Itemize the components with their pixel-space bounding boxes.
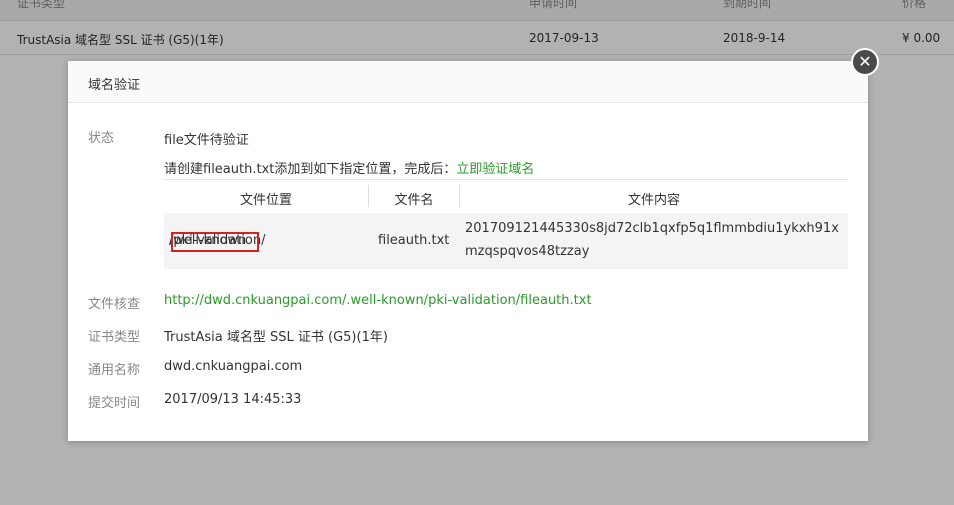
submit-time-value: 2017/09/13 14:45:33: [164, 392, 302, 407]
file-check-label: 文件核查: [88, 297, 141, 312]
modal-title: 域名验证: [88, 78, 141, 93]
modal-header: 域名验证: [68, 61, 868, 103]
domain-verification-modal: 域名验证 状态 file文件待验证 请创建fileauth.txt添加到如下指定…: [68, 61, 868, 441]
file-content-line1: 201709121445330s8jd72clb1qxfp5q1flmmbdiu…: [465, 221, 839, 236]
instruction-text: 请创建fileauth.txt添加到如下指定位置，完成后：立即验证域名: [164, 158, 534, 177]
file-check-link[interactable]: http://dwd.cnkuangpai.com/.well-known/pk…: [164, 293, 592, 308]
cert-type-label: 证书类型: [88, 330, 141, 345]
red-highlight-box: [171, 232, 259, 252]
status-value: file文件待验证: [164, 133, 249, 148]
status-label: 状态: [88, 131, 115, 146]
file-content-line2: mzqspqvos48tzzay: [465, 244, 590, 259]
verify-domain-link[interactable]: 立即验证域名: [456, 162, 534, 177]
col-file-name: 文件名: [394, 193, 434, 208]
file-table-row: / .well-known/pki-validation/ fileauth.tx…: [164, 213, 848, 269]
submit-time-label: 提交时间: [88, 396, 141, 411]
common-name-value: dwd.cnkuangpai.com: [164, 359, 303, 374]
instruction-prefix: 请创建fileauth.txt添加到如下指定位置，完成后：: [164, 162, 457, 177]
close-icon[interactable]: ✕: [851, 48, 879, 76]
col-file-content: 文件内容: [627, 193, 680, 208]
col-file-location: 文件位置: [239, 193, 292, 208]
file-table: 文件位置 文件名 文件内容 / .well-known/pki-validatio…: [164, 179, 848, 269]
cert-type-value: TrustAsia 域名型 SSL 证书 (G5)(1年): [164, 330, 388, 345]
common-name-label: 通用名称: [88, 363, 141, 378]
file-table-header: 文件位置 文件名 文件内容: [164, 179, 848, 214]
file-name: fileauth.txt: [378, 233, 450, 248]
